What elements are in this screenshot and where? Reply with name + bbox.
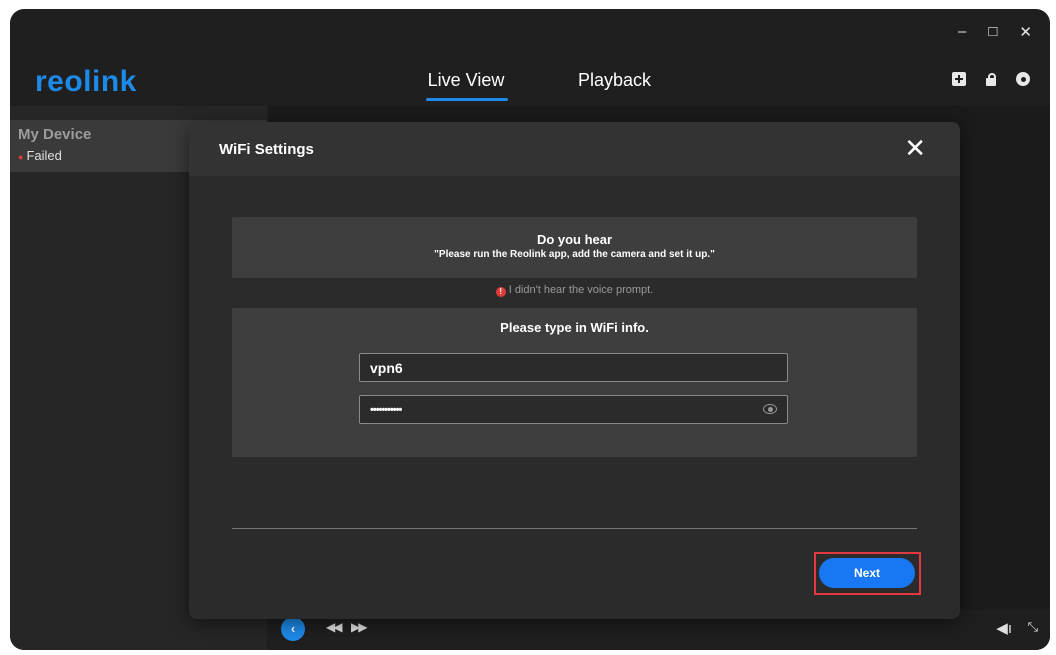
lock-icon[interactable]	[984, 72, 998, 86]
tab-playback[interactable]: Playback	[578, 70, 674, 101]
tab-live-view[interactable]: Live View	[416, 70, 516, 101]
alert-icon: !	[495, 287, 506, 297]
prompt-title: Do you hear	[536, 232, 613, 247]
status-dot-icon: ●	[18, 151, 24, 162]
collapse-sidebar-button[interactable]: ‹	[281, 617, 305, 641]
device-name: My Device	[18, 126, 92, 143]
eye-icon[interactable]	[763, 404, 777, 414]
prompt-text: "Please run the Reolink app, add the cam…	[434, 249, 715, 260]
main-tabs: Live View Playback	[416, 70, 674, 101]
wifi-info-title: Please type in WiFi info.	[500, 320, 649, 335]
wifi-info-box: Please type in WiFi info. vpn6 •••••••••…	[232, 308, 917, 457]
device-status: ● Failed	[18, 148, 62, 163]
header-toolbar	[952, 72, 1030, 86]
no-voice-link[interactable]: ! I didn't hear the voice prompt.	[189, 284, 960, 297]
fullscreen-icon[interactable]: ⤡	[1028, 619, 1038, 635]
ssid-value: vpn6	[370, 360, 403, 376]
maximize-button[interactable]: □	[988, 23, 997, 41]
close-icon[interactable]: ✕	[904, 134, 926, 162]
device-status-text: Failed	[26, 148, 62, 163]
minimize-button[interactable]: –	[958, 23, 966, 41]
wifi-settings-dialog: WiFi Settings ✕ Do you hear "Please run …	[189, 122, 960, 619]
password-value: •••••••••••	[370, 404, 402, 416]
no-voice-label: I didn't hear the voice prompt.	[508, 284, 654, 296]
password-input[interactable]: •••••••••••	[359, 395, 788, 424]
app-window: – □ ✕ reolink Live View Playback My Devi…	[10, 9, 1050, 650]
ssid-input[interactable]: vpn6	[359, 353, 788, 382]
fast-forward-icon[interactable]: ▶▶	[351, 620, 368, 634]
dialog-header: WiFi Settings ✕	[189, 122, 960, 176]
close-window-button[interactable]: ✕	[1019, 23, 1032, 41]
gear-icon[interactable]	[1016, 72, 1030, 86]
next-button[interactable]: Next	[819, 558, 915, 588]
rewind-icon[interactable]: ◀◀	[326, 620, 343, 634]
footer-divider	[232, 528, 917, 529]
voice-prompt-box: Do you hear "Please run the Reolink app,…	[232, 217, 917, 278]
volume-icon[interactable]: ◀ı	[996, 619, 1012, 637]
add-icon[interactable]	[952, 72, 966, 86]
dialog-title: WiFi Settings	[219, 141, 314, 158]
window-controls: – □ ✕	[958, 23, 1032, 41]
reolink-logo: reolink	[35, 65, 137, 98]
